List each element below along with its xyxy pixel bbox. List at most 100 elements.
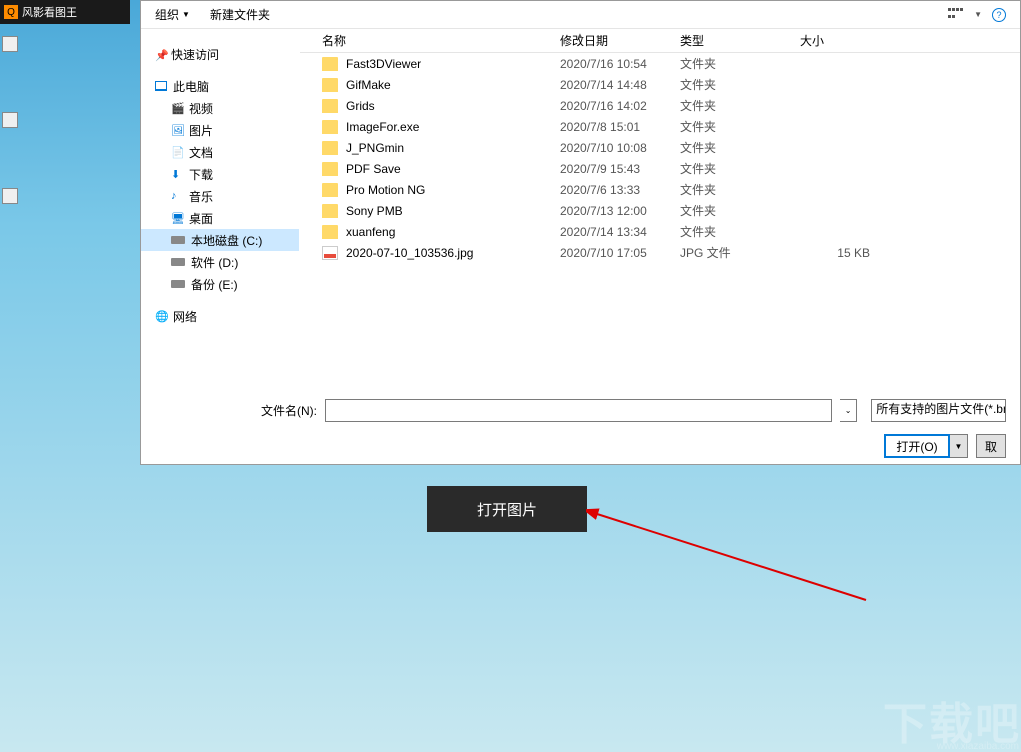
folder-icon [322,99,338,113]
sidebar-quick-access[interactable]: 📌快速访问 [141,43,299,65]
file-date: 2020/7/14 14:48 [560,78,680,92]
file-filter-select[interactable]: 所有支持的图片文件(*.bm [871,399,1006,422]
sidebar-disk-e[interactable]: 备份 (E:) [141,273,299,295]
file-type: 文件夹 [680,181,800,198]
file-type: 文件夹 [680,139,800,156]
file-row[interactable]: Grids 2020/7/16 14:02 文件夹 [300,95,1020,116]
sidebar-pictures[interactable]: 🖼图片 [141,119,299,141]
file-name: ImageFor.exe [346,120,560,134]
file-name: Sony PMB [346,204,560,218]
cancel-button[interactable]: 取 [976,434,1006,458]
organize-button[interactable]: 组织▼ [155,6,190,23]
pin-icon: 📌 [155,49,165,59]
file-date: 2020/7/6 13:33 [560,183,680,197]
folder-icon [322,120,338,134]
filename-input[interactable] [325,399,832,422]
column-headers: 名称 修改日期 类型 大小 [300,29,1020,53]
file-type: 文件夹 [680,55,800,72]
network-icon: 🌐 [155,310,167,322]
view-mode-icon[interactable] [948,8,964,22]
desktop-icon[interactable] [2,188,18,204]
file-date: 2020/7/13 12:00 [560,204,680,218]
filename-dropdown-icon[interactable]: ⌄ [840,399,857,422]
desktop-small-icon: 🖥 [171,212,183,224]
sidebar-music[interactable]: ♪音乐 [141,185,299,207]
disk-icon [171,236,185,244]
file-name: PDF Save [346,162,560,176]
file-row[interactable]: ImageFor.exe 2020/7/8 15:01 文件夹 [300,116,1020,137]
file-date: 2020/7/16 14:02 [560,99,680,113]
document-icon: 📄 [171,146,183,158]
file-date: 2020/7/8 15:01 [560,120,680,134]
filename-label: 文件名(N): [261,402,317,419]
file-type: 文件夹 [680,202,800,219]
file-name: GifMake [346,78,560,92]
file-row[interactable]: Fast3DViewer 2020/7/16 10:54 文件夹 [300,53,1020,74]
open-dropdown-icon[interactable]: ▼ [950,434,968,458]
app-header: Q 风影看图王 [0,0,130,24]
column-size[interactable]: 大小 [800,32,880,49]
file-list: 名称 修改日期 类型 大小 Fast3DViewer 2020/7/16 10:… [299,29,1020,389]
open-button-group: 打开(O) ▼ [884,434,968,458]
column-name[interactable]: 名称 [300,32,560,49]
column-type[interactable]: 类型 [680,32,800,49]
disk-icon [171,280,185,288]
chevron-down-icon[interactable]: ▼ [974,10,982,19]
file-row[interactable]: PDF Save 2020/7/9 15:43 文件夹 [300,158,1020,179]
folder-icon [322,141,338,155]
sidebar-disk-c[interactable]: 本地磁盘 (C:) [141,229,299,251]
sidebar-videos[interactable]: 🎬视频 [141,97,299,119]
open-file-dialog: 组织▼ 新建文件夹 ▼ ? 📌快速访问 此电脑 🎬视频 🖼图片 📄文档 ⬇下载 … [140,0,1021,465]
file-row[interactable]: 2020-07-10_103536.jpg 2020/7/10 17:05 JP… [300,242,1020,263]
file-row[interactable]: Pro Motion NG 2020/7/6 13:33 文件夹 [300,179,1020,200]
sidebar-network[interactable]: 🌐网络 [141,305,299,327]
sidebar-disk-d[interactable]: 软件 (D:) [141,251,299,273]
desktop-icons [2,36,18,264]
dialog-toolbar: 组织▼ 新建文件夹 ▼ ? [141,1,1020,29]
file-row[interactable]: Sony PMB 2020/7/13 12:00 文件夹 [300,200,1020,221]
app-logo-icon: Q [4,5,18,19]
dialog-footer: 文件名(N): ⌄ 所有支持的图片文件(*.bm 打开(O) ▼ 取 [141,389,1020,468]
file-date: 2020/7/16 10:54 [560,57,680,71]
sidebar-desktop[interactable]: 🖥桌面 [141,207,299,229]
folder-icon [322,204,338,218]
folder-icon [322,78,338,92]
download-icon: ⬇ [171,168,183,180]
jpg-icon [322,246,338,260]
desktop-icon[interactable] [2,112,18,128]
monitor-icon [155,81,167,91]
folder-icon [322,57,338,71]
sidebar: 📌快速访问 此电脑 🎬视频 🖼图片 📄文档 ⬇下载 ♪音乐 🖥桌面 本地磁盘 (… [141,29,299,389]
folder-icon [322,225,338,239]
folder-icon [322,162,338,176]
file-row[interactable]: GifMake 2020/7/14 14:48 文件夹 [300,74,1020,95]
video-icon: 🎬 [171,102,183,114]
file-name: Pro Motion NG [346,183,560,197]
sidebar-this-pc[interactable]: 此电脑 [141,75,299,97]
folder-icon [322,183,338,197]
help-icon[interactable]: ? [992,8,1006,22]
file-date: 2020/7/14 13:34 [560,225,680,239]
file-name: xuanfeng [346,225,560,239]
disk-icon [171,258,185,266]
open-image-button[interactable]: 打开图片 [427,486,587,532]
sort-arrow-icon: ▲ [576,31,584,40]
sidebar-documents[interactable]: 📄文档 [141,141,299,163]
file-date: 2020/7/10 10:08 [560,141,680,155]
picture-icon: 🖼 [171,124,183,136]
open-button[interactable]: 打开(O) [884,434,950,458]
file-type: 文件夹 [680,160,800,177]
file-name: J_PNGmin [346,141,560,155]
file-name: Grids [346,99,560,113]
file-size: 15 KB [800,246,880,260]
music-icon: ♪ [171,190,183,202]
file-type: 文件夹 [680,223,800,240]
desktop-icon[interactable] [2,36,18,52]
file-date: 2020/7/9 15:43 [560,162,680,176]
file-row[interactable]: xuanfeng 2020/7/14 13:34 文件夹 [300,221,1020,242]
sidebar-downloads[interactable]: ⬇下载 [141,163,299,185]
annotation-arrow [586,505,886,615]
file-row[interactable]: J_PNGmin 2020/7/10 10:08 文件夹 [300,137,1020,158]
new-folder-button[interactable]: 新建文件夹 [210,6,270,23]
watermark-url: www.xiazaiba.com [937,741,1019,752]
